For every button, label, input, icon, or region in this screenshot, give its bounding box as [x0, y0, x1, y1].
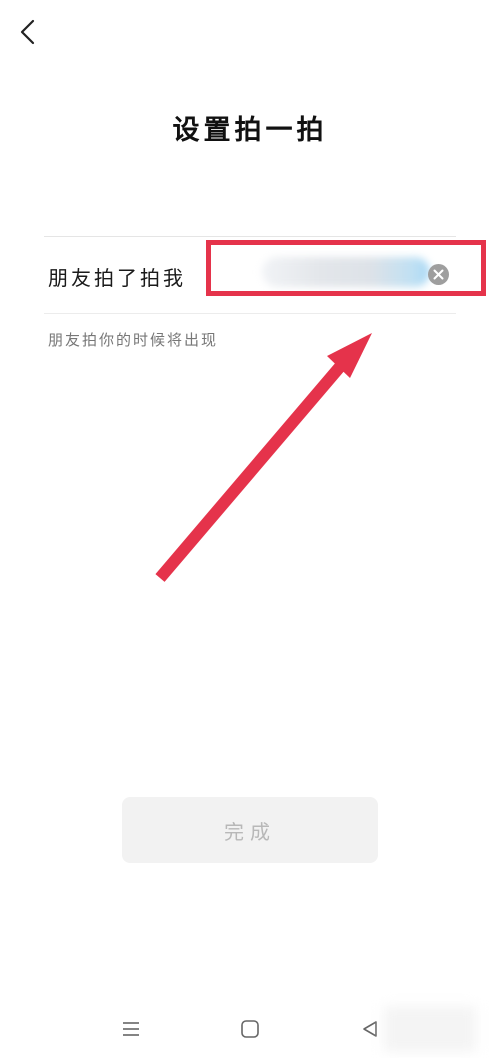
- annotation-arrow: [155, 333, 372, 582]
- arrow-head: [327, 333, 372, 378]
- back-triangle-icon: [363, 1021, 377, 1037]
- chevron-left-icon: [20, 19, 35, 45]
- arrow-shaft: [155, 358, 349, 582]
- hint-text: 朋友拍你的时候将出现: [48, 331, 219, 349]
- system-nav-bar: [0, 1000, 500, 1058]
- nav-menu-button[interactable]: [116, 1014, 146, 1044]
- page-title: 设置拍一拍: [172, 115, 328, 146]
- back-button[interactable]: [10, 14, 46, 50]
- clear-button[interactable]: [428, 264, 449, 285]
- blurred-watermark: [384, 1006, 476, 1052]
- clear-circle-icon: [433, 269, 444, 280]
- nickname-field: [222, 252, 458, 296]
- menu-icon: [123, 1022, 139, 1036]
- home-square-icon: [241, 1020, 259, 1038]
- done-button[interactable]: 完成: [122, 797, 378, 863]
- nav-home-button[interactable]: [235, 1014, 265, 1044]
- nav-back-button[interactable]: [355, 1014, 385, 1044]
- divider: [44, 236, 456, 237]
- divider: [44, 313, 456, 314]
- field-label: 朋友拍了拍我: [48, 266, 186, 290]
- nickname-input[interactable]: [262, 256, 436, 290]
